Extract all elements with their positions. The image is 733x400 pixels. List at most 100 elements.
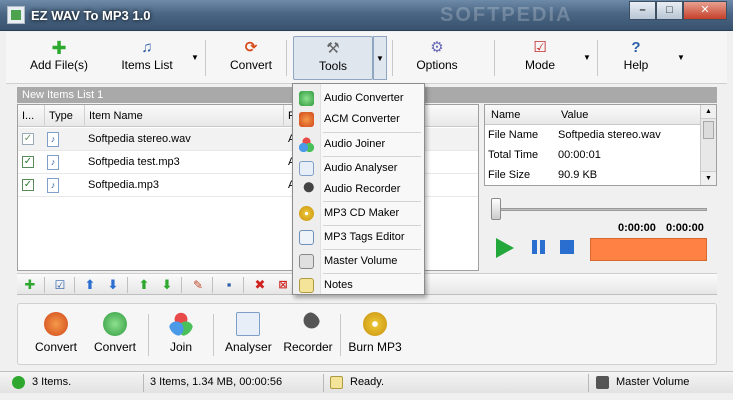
join-icon — [299, 137, 314, 152]
menu-item-mp3-cd-maker[interactable]: MP3 CD Maker — [293, 202, 424, 224]
row-checkbox[interactable]: ✓ — [22, 133, 34, 145]
audio-file-icon: ♪ — [47, 132, 59, 147]
check-all-icon[interactable]: ☑ — [52, 277, 68, 293]
title-bar: EZ WAV To MP3 1.0 SOFTPEDIA – □ ✕ — [0, 0, 733, 31]
move-top-icon[interactable]: ⬆ — [136, 277, 152, 293]
cd-icon — [363, 312, 387, 336]
join-button[interactable]: Join — [163, 312, 199, 354]
burn-mp3-button[interactable]: Burn MP3 — [348, 312, 402, 354]
scroll-thumb[interactable] — [703, 121, 714, 139]
app-icon — [7, 6, 25, 24]
remove-all-icon[interactable]: ⊠ — [275, 277, 291, 293]
master-volume-link[interactable]: Master Volume — [616, 376, 689, 388]
status-summary: 3 Items, 1.34 MB, 00:00:56 — [150, 376, 283, 388]
waveform-icon — [236, 312, 260, 336]
microphone-icon — [296, 312, 320, 336]
music-note-icon: ♫ — [141, 39, 153, 56]
column-header-value: Value — [561, 109, 589, 121]
join-icon — [169, 312, 193, 336]
menu-item-notes[interactable]: Notes — [293, 274, 424, 296]
tools-button[interactable]: ⚒ Tools — [293, 36, 373, 80]
convert-icon — [299, 91, 314, 106]
pause-icon[interactable] — [530, 238, 550, 258]
add-icon[interactable]: ✚ — [22, 277, 38, 293]
options-button[interactable]: ⚙ Options — [408, 36, 466, 80]
property-row: File Name Softpedia stereo.wav — [488, 129, 661, 141]
menu-item-audio-converter[interactable]: Audio Converter — [293, 87, 424, 109]
menu-item-master-volume[interactable]: Master Volume — [293, 250, 424, 272]
column-header-index[interactable]: I... — [18, 105, 45, 127]
window-title: EZ WAV To MP3 1.0 — [31, 8, 151, 23]
scroll-up-icon[interactable]: ▲ — [701, 105, 716, 119]
gears-icon: ⚙ — [430, 39, 444, 56]
help-dropdown[interactable]: ▼ — [674, 36, 688, 80]
move-up-icon[interactable]: ⬆ — [82, 277, 98, 293]
convert-icon: ⟳ — [244, 39, 258, 56]
properties-panel: Name Value File Name Softpedia stereo.wa… — [484, 104, 717, 186]
tools-menu: Audio Converter ACM Converter Audio Join… — [292, 83, 425, 295]
column-header-name[interactable]: Item Name — [85, 105, 284, 127]
property-row: File Size 90.9 KB — [488, 169, 598, 181]
stop-icon[interactable] — [560, 240, 574, 254]
items-list-dropdown[interactable]: ▼ — [188, 36, 202, 80]
seek-slider[interactable] — [491, 198, 501, 220]
level-meter — [590, 238, 707, 261]
remove-icon[interactable]: ✖ — [252, 277, 268, 293]
items-list-button[interactable]: ♫ Items List — [114, 36, 180, 80]
speaker-icon[interactable] — [596, 376, 609, 389]
close-button[interactable]: ✕ — [683, 1, 727, 20]
cd-icon — [299, 206, 314, 221]
quick-tools-bar: Convert Convert Join Analyser Recorder B… — [17, 303, 717, 365]
help-icon: ? — [631, 39, 641, 56]
scroll-down-icon[interactable]: ▼ — [701, 171, 716, 185]
column-header-name: Name — [491, 109, 521, 121]
audio-file-icon: ♪ — [47, 178, 59, 193]
column-header-type[interactable]: Type — [45, 105, 85, 127]
play-icon[interactable] — [496, 238, 514, 258]
elapsed-time: 0:00:00 — [618, 222, 656, 234]
convert-icon — [44, 312, 68, 336]
convert-button-1[interactable]: Convert — [32, 312, 80, 354]
convert-button[interactable]: ⟳ Convert — [220, 36, 282, 80]
menu-item-audio-analyser[interactable]: Audio Analyser — [293, 157, 424, 179]
speaker-icon — [299, 254, 314, 269]
row-checkbox[interactable]: ✓ — [22, 179, 34, 191]
main-toolbar: ✚ Add File(s) ♫ Items List ▼ ⟳ Convert ⚒… — [6, 32, 727, 84]
mode-button[interactable]: ☑ Mode — [514, 36, 566, 80]
add-files-button[interactable]: ✚ Add File(s) — [24, 36, 94, 80]
tools-icon: ⚒ — [326, 40, 340, 57]
waveform-icon — [299, 161, 314, 176]
properties-scrollbar[interactable]: ▲ ▼ — [700, 105, 716, 185]
help-button[interactable]: ? Help — [611, 36, 661, 80]
analyser-button[interactable]: Analyser — [225, 312, 272, 354]
menu-item-acm-converter[interactable]: ACM Converter — [293, 108, 424, 130]
minimize-button[interactable]: – — [629, 1, 656, 20]
row-checkbox[interactable]: ✓ — [22, 156, 34, 168]
plus-icon: ✚ — [51, 38, 67, 58]
menu-item-audio-recorder[interactable]: Audio Recorder — [293, 178, 424, 200]
tags-icon — [299, 230, 314, 245]
seek-track[interactable] — [495, 208, 707, 211]
status-bar: 3 Items. 3 Items, 1.34 MB, 00:00:56 Read… — [0, 371, 733, 393]
mode-dropdown[interactable]: ▼ — [580, 36, 594, 80]
notes-icon — [330, 376, 343, 389]
tools-dropdown[interactable]: ▼ — [373, 36, 387, 80]
microphone-icon — [299, 182, 314, 197]
total-time: 0:00:00 — [666, 222, 704, 234]
save-icon[interactable]: ▪ — [221, 277, 237, 293]
maximize-button[interactable]: □ — [656, 1, 683, 20]
move-down-icon[interactable]: ⬇ — [105, 277, 121, 293]
status-items: 3 Items. — [32, 376, 72, 388]
watermark: SOFTPEDIA — [440, 4, 573, 26]
check-icon — [12, 376, 25, 389]
convert-icon — [299, 112, 314, 127]
move-bottom-icon[interactable]: ⬇ — [159, 277, 175, 293]
convert-icon — [103, 312, 127, 336]
convert-button-2[interactable]: Convert — [91, 312, 139, 354]
menu-item-audio-joiner[interactable]: Audio Joiner — [293, 133, 424, 155]
menu-item-mp3-tags-editor[interactable]: MP3 Tags Editor — [293, 226, 424, 248]
recorder-button[interactable]: Recorder — [283, 312, 333, 354]
status-state: Ready. — [350, 376, 385, 388]
audio-file-icon: ♪ — [47, 155, 59, 170]
edit-icon[interactable]: ✎ — [190, 277, 206, 293]
